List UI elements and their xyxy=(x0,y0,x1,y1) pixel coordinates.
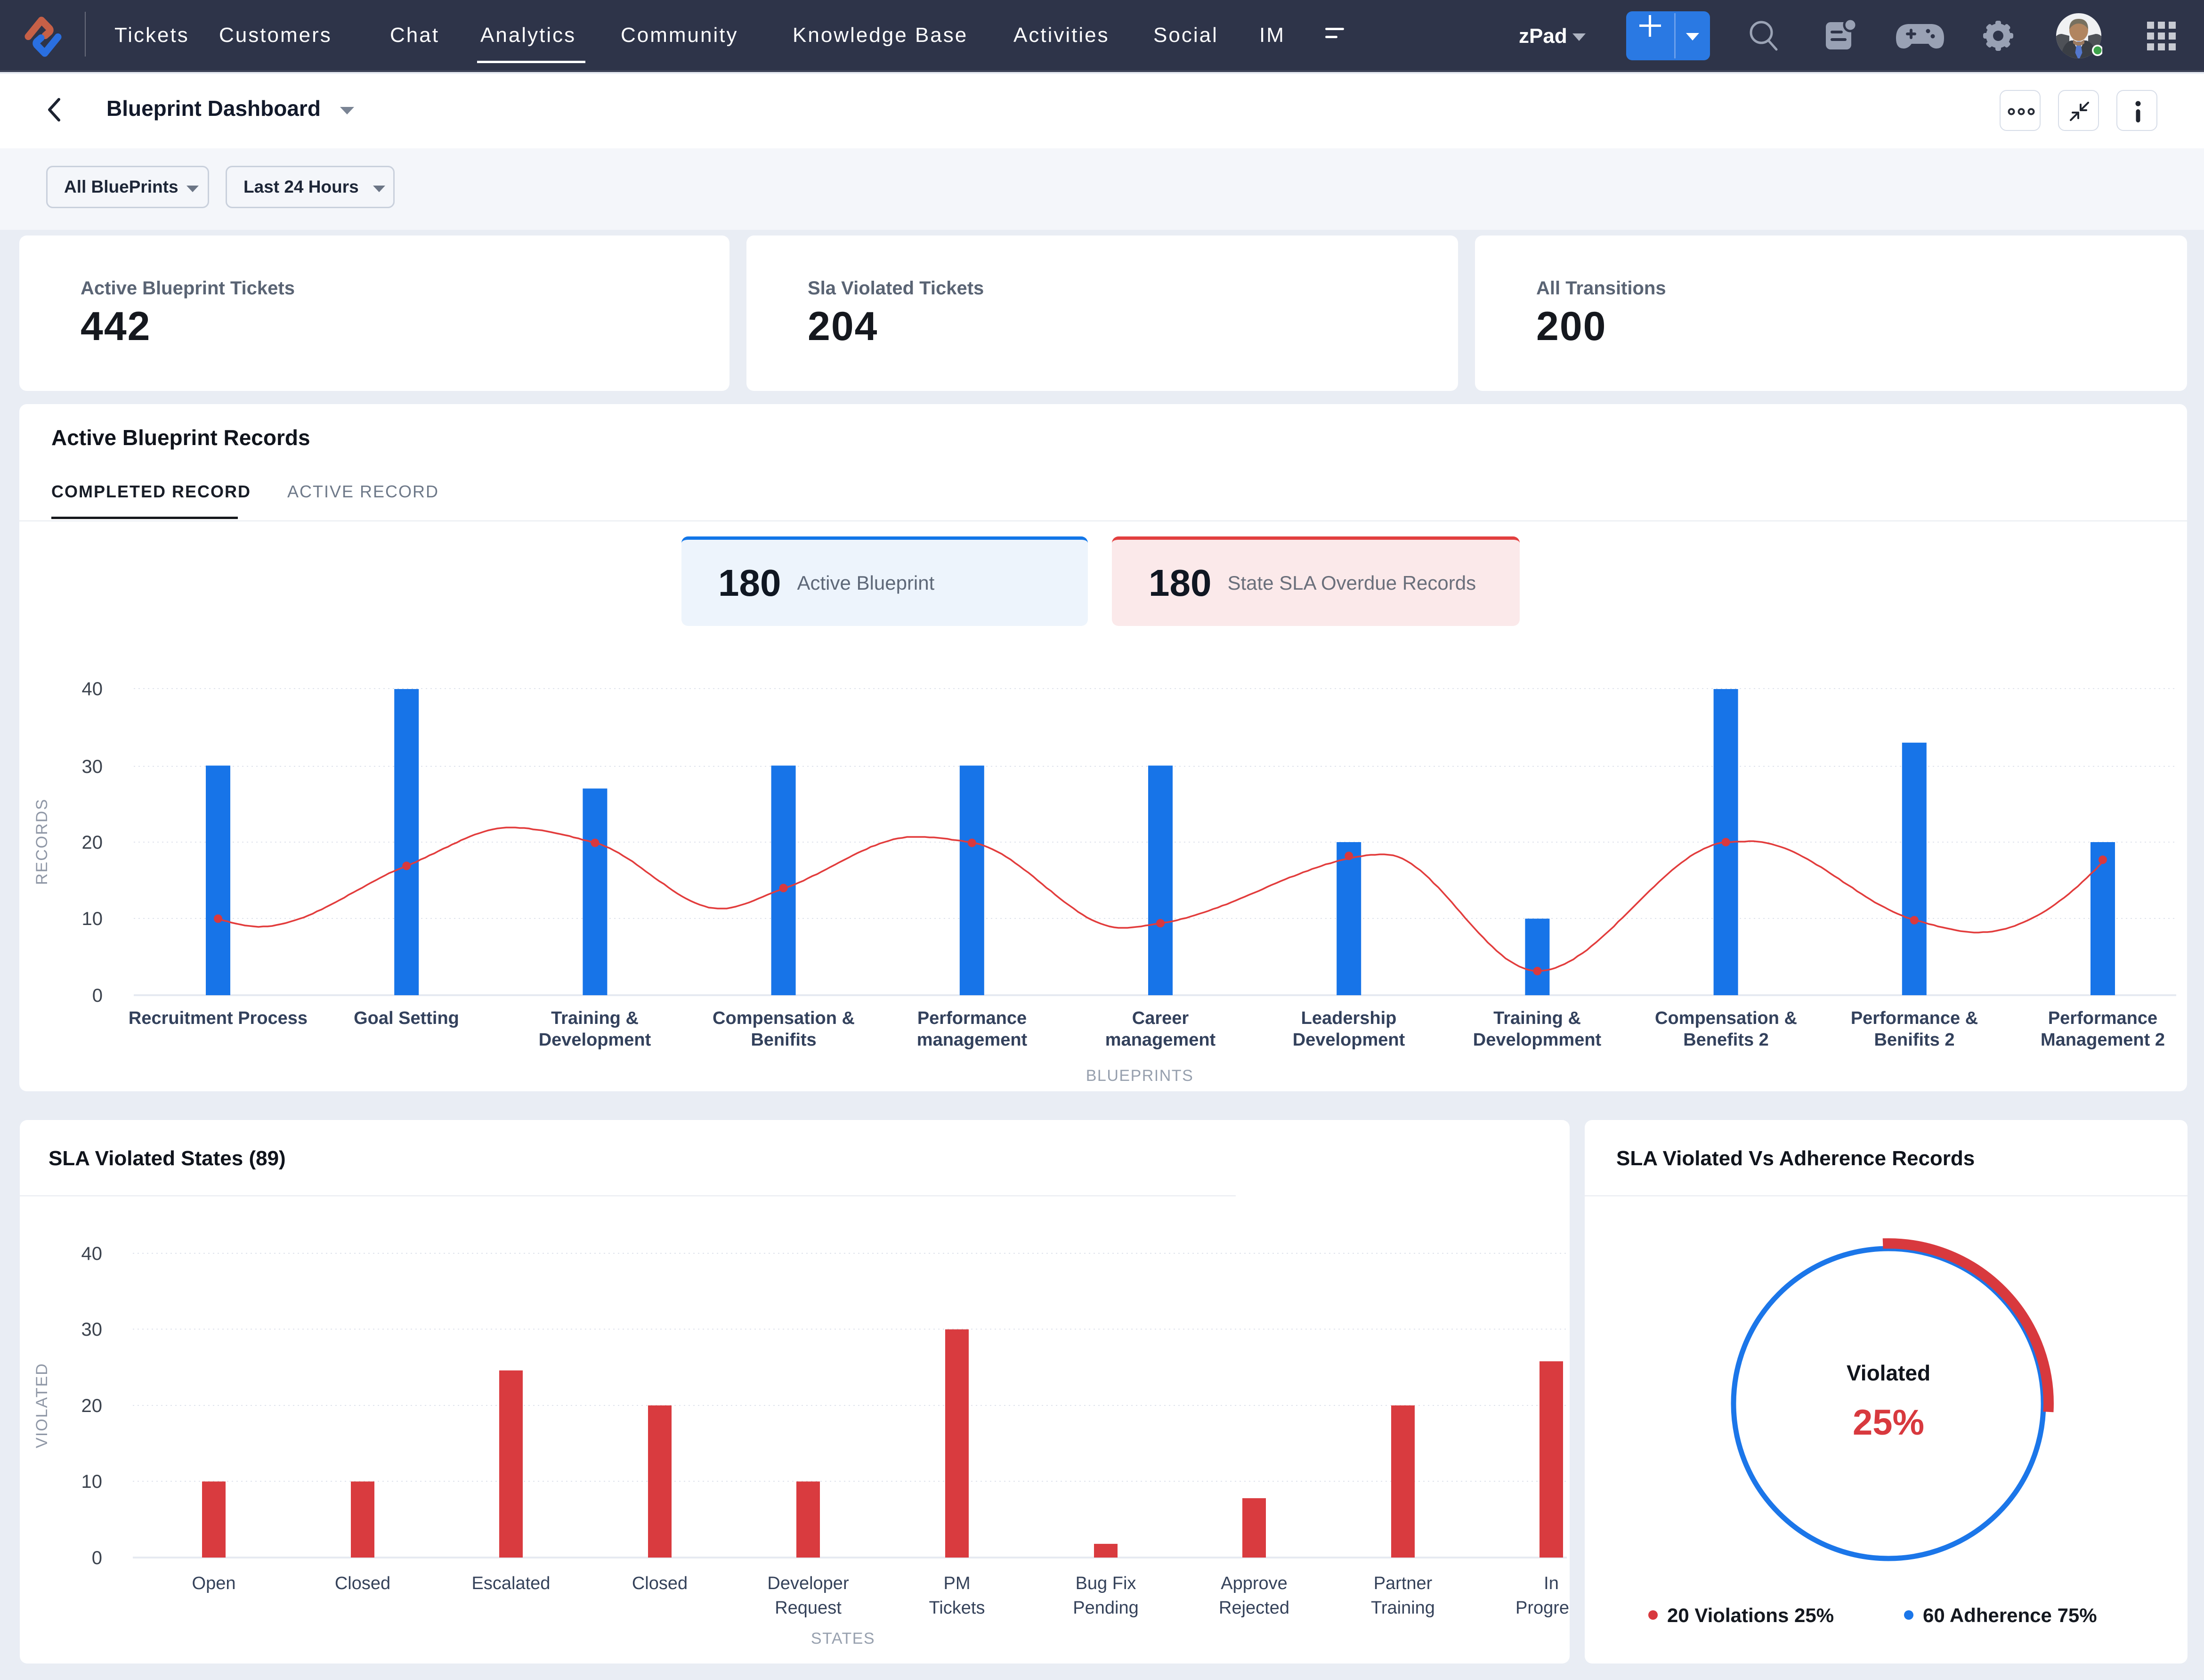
svg-text:Bug Fix: Bug Fix xyxy=(1076,1574,1136,1593)
svg-text:0: 0 xyxy=(92,1548,102,1568)
svg-text:Developer: Developer xyxy=(767,1574,849,1593)
svg-text:Training: Training xyxy=(1371,1598,1435,1618)
svg-text:30: 30 xyxy=(81,1319,103,1340)
svg-text:20 Violations 25%: 20 Violations 25% xyxy=(1667,1604,1834,1626)
svg-text:Leadership: Leadership xyxy=(1301,1008,1397,1028)
svg-text:Benifits 2: Benifits 2 xyxy=(1874,1030,1954,1050)
svg-text:10: 10 xyxy=(81,1471,103,1492)
svg-text:25%: 25% xyxy=(1853,1403,1924,1443)
svg-text:Tickets: Tickets xyxy=(929,1598,985,1618)
svg-text:40: 40 xyxy=(82,679,103,699)
svg-text:10: 10 xyxy=(82,909,103,929)
svg-text:Compensation &: Compensation & xyxy=(1655,1008,1797,1028)
svg-text:RECORDS: RECORDS xyxy=(33,798,51,885)
svg-text:Performance &: Performance & xyxy=(1851,1008,1978,1028)
svg-text:Escalated: Escalated xyxy=(472,1574,551,1593)
svg-text:Approve: Approve xyxy=(1221,1574,1288,1593)
svg-text:VIOLATED: VIOLATED xyxy=(33,1363,51,1448)
svg-text:Performance: Performance xyxy=(917,1008,1027,1028)
svg-text:STATES: STATES xyxy=(811,1630,875,1648)
svg-text:Developmment: Developmment xyxy=(1473,1030,1602,1050)
svg-text:Open: Open xyxy=(192,1574,236,1593)
svg-text:0: 0 xyxy=(92,985,103,1006)
svg-text:Request: Request xyxy=(775,1598,842,1618)
svg-text:management: management xyxy=(917,1030,1028,1050)
svg-text:Development: Development xyxy=(1293,1030,1405,1050)
svg-text:management: management xyxy=(1105,1030,1216,1050)
svg-text:Development: Development xyxy=(539,1030,651,1050)
svg-text:Rejected: Rejected xyxy=(1219,1598,1289,1618)
svg-text:Management 2: Management 2 xyxy=(2041,1030,2165,1050)
svg-text:Violated: Violated xyxy=(1847,1361,1930,1385)
svg-text:Performance: Performance xyxy=(2048,1008,2157,1028)
svg-text:Recruitment Process: Recruitment Process xyxy=(129,1008,308,1028)
svg-text:Compensation &: Compensation & xyxy=(713,1008,855,1028)
svg-text:Goal Setting: Goal Setting xyxy=(354,1008,459,1028)
svg-text:Pending: Pending xyxy=(1073,1598,1138,1618)
svg-text:Benefits 2: Benefits 2 xyxy=(1683,1030,1769,1050)
svg-text:60 Adherence 75%: 60 Adherence 75% xyxy=(1923,1604,2097,1626)
svg-text:PM: PM xyxy=(944,1574,971,1593)
svg-text:20: 20 xyxy=(82,832,103,853)
svg-text:Partner: Partner xyxy=(1374,1574,1433,1593)
svg-text:Career: Career xyxy=(1132,1008,1189,1028)
svg-text:20: 20 xyxy=(81,1396,103,1416)
svg-text:Benifits: Benifits xyxy=(751,1030,816,1050)
svg-text:Closed: Closed xyxy=(335,1574,390,1593)
svg-text:40: 40 xyxy=(81,1243,103,1264)
svg-text:Closed: Closed xyxy=(632,1574,688,1593)
svg-text:In: In xyxy=(1544,1574,1559,1593)
svg-text:Progress: Progress xyxy=(1515,1598,1570,1618)
svg-text:Training &: Training & xyxy=(1493,1008,1581,1028)
svg-text:BLUEPRINTS: BLUEPRINTS xyxy=(1086,1067,1194,1085)
svg-text:Training &: Training & xyxy=(551,1008,639,1028)
svg-text:30: 30 xyxy=(82,756,103,777)
